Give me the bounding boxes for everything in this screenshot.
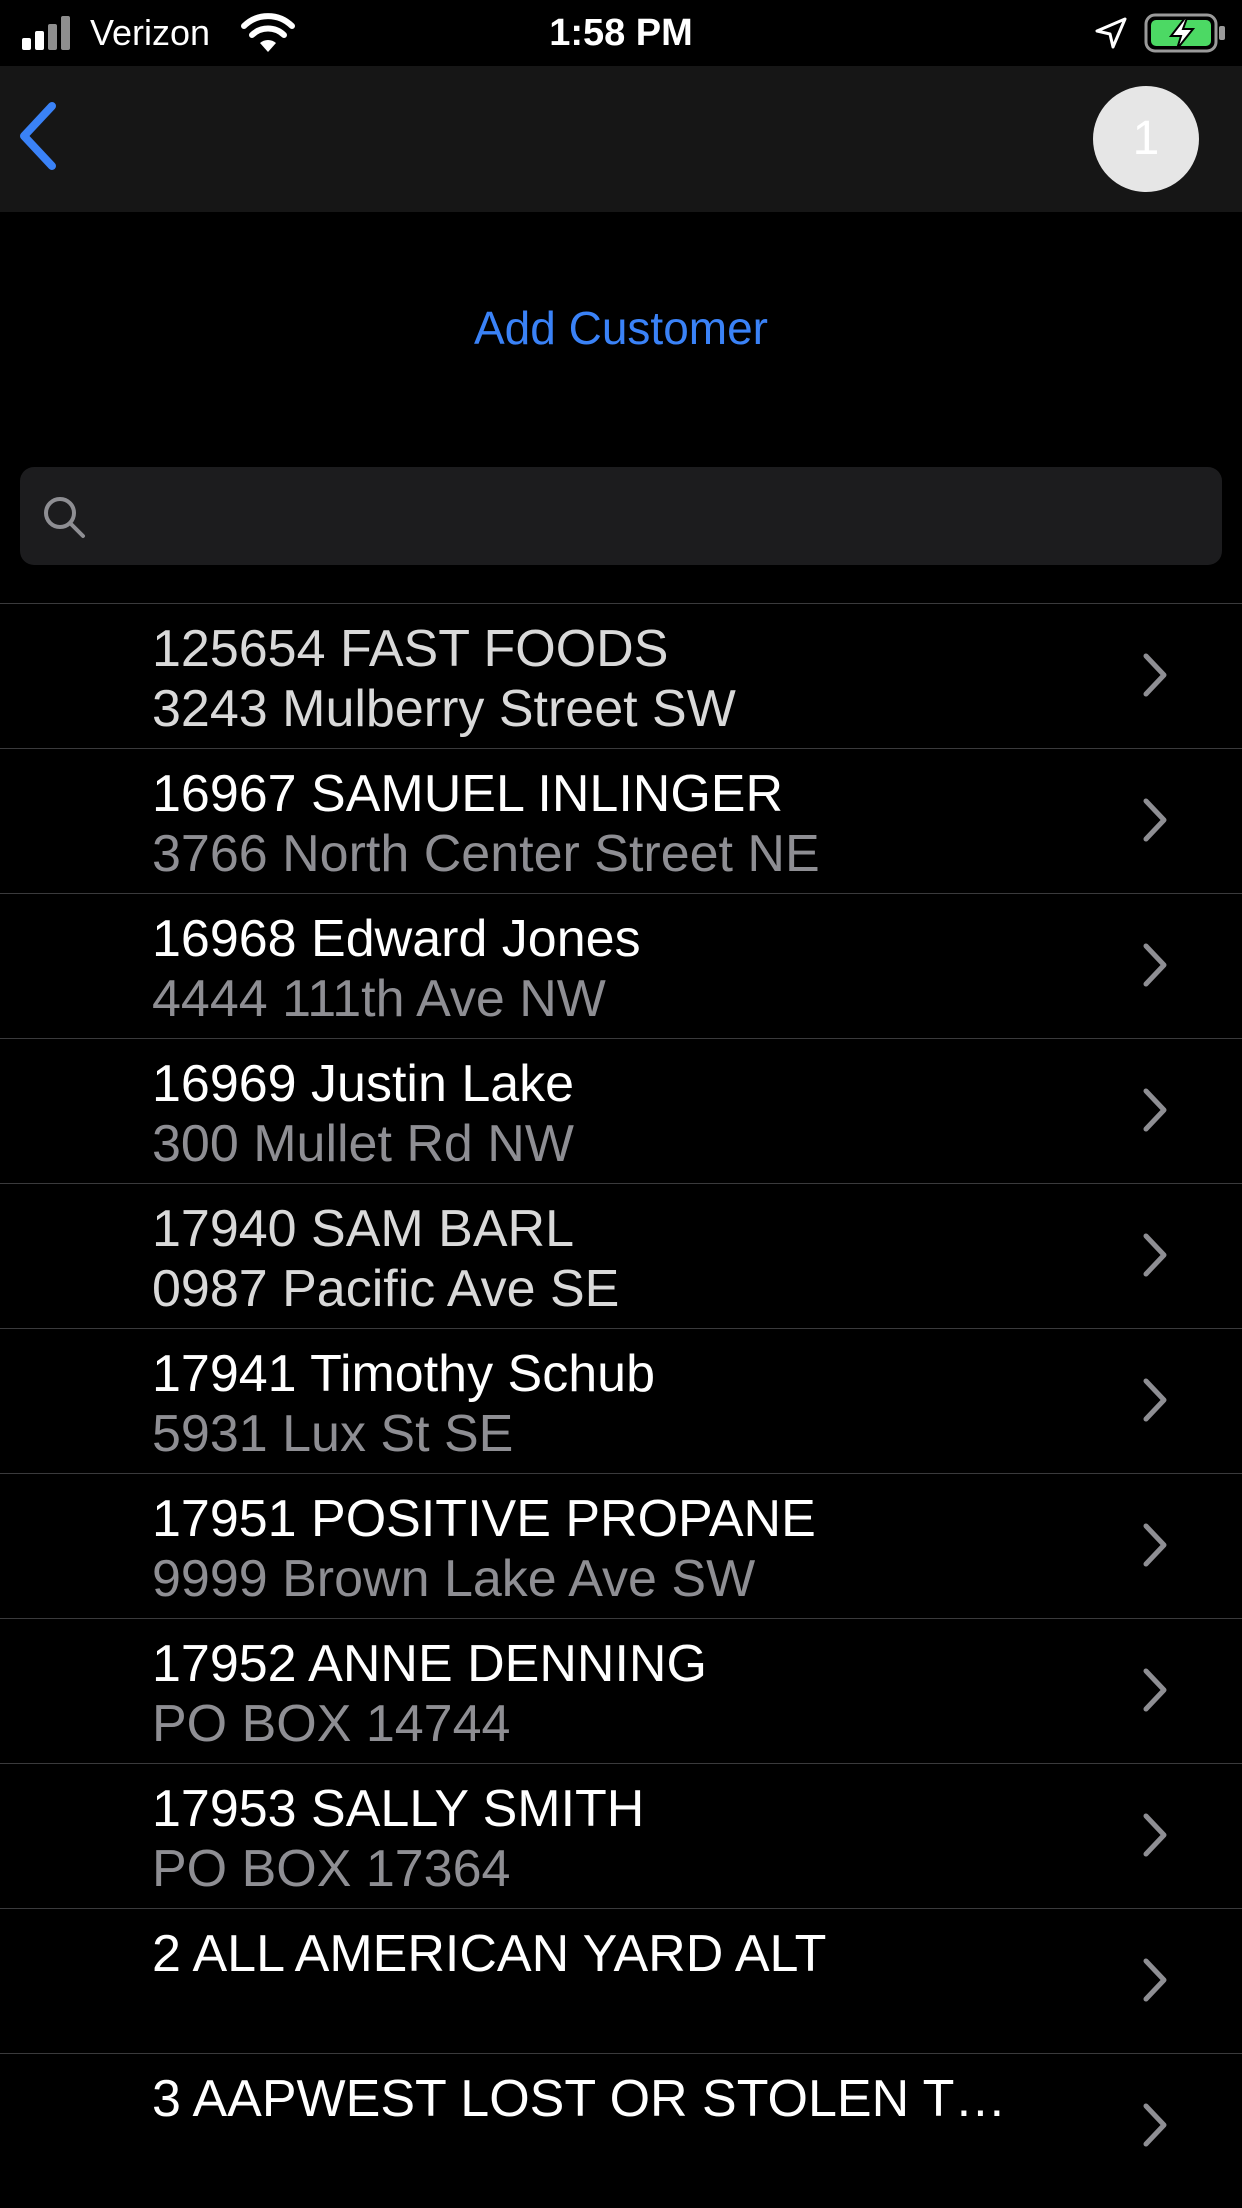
list-item[interactable]: 16967 SAMUEL INLINGER 3766 North Center … (0, 748, 1242, 893)
customer-address: 3243 Mulberry Street SW (152, 680, 736, 738)
chevron-right-icon (1143, 798, 1167, 842)
list-item[interactable]: 16968 Edward Jones 4444 111th Ave NW (0, 893, 1242, 1038)
count-badge[interactable]: 1 (1093, 86, 1199, 192)
customer-title: 125654 FAST FOODS (152, 620, 669, 678)
customer-address: 5931 Lux St SE (152, 1405, 514, 1463)
list-item[interactable]: 17951 POSITIVE PROPANE 9999 Brown Lake A… (0, 1473, 1242, 1618)
list-item[interactable]: 16969 Justin Lake 300 Mullet Rd NW (0, 1038, 1242, 1183)
customer-address: 300 Mullet Rd NW (152, 1115, 574, 1173)
chevron-right-icon (1143, 1088, 1167, 1132)
chevron-right-icon (1143, 1233, 1167, 1277)
chevron-right-icon (1143, 1668, 1167, 1712)
chevron-right-icon (1143, 1813, 1167, 1857)
customer-title: 17941 Timothy Schub (152, 1345, 655, 1403)
battery-charging-icon (1144, 13, 1225, 53)
list-item[interactable]: 17940 SAM BARL 0987 Pacific Ave SE (0, 1183, 1242, 1328)
back-button[interactable] (8, 96, 78, 176)
chevron-right-icon (1143, 653, 1167, 697)
navigation-bar: 1 (0, 66, 1242, 212)
customer-address: PO BOX 14744 (152, 1695, 511, 1753)
customer-address: 3766 North Center Street NE (152, 825, 820, 883)
add-customer-button[interactable]: Add Customer (0, 296, 1242, 360)
status-time: 1:58 PM (549, 12, 693, 54)
search-input[interactable] (106, 467, 1200, 567)
list-item[interactable]: 17953 SALLY SMITH PO BOX 17364 (0, 1763, 1242, 1908)
customer-title: 3 AAPWEST LOST OR STOLEN T… (152, 2070, 1007, 2128)
chevron-right-icon (1143, 1958, 1167, 2002)
customer-address: PO BOX 17364 (152, 1840, 511, 1898)
status-bar: Verizon 1:58 PM (0, 0, 1242, 66)
customer-title: 17952 ANNE DENNING (152, 1635, 707, 1693)
list-item[interactable]: 17952 ANNE DENNING PO BOX 14744 (0, 1618, 1242, 1763)
customer-title: 17951 POSITIVE PROPANE (152, 1490, 816, 1548)
list-item[interactable]: 125654 FAST FOODS 3243 Mulberry Street S… (0, 603, 1242, 748)
customer-address: 0987 Pacific Ave SE (152, 1260, 620, 1318)
list-item[interactable]: 17941 Timothy Schub 5931 Lux St SE (0, 1328, 1242, 1473)
location-arrow-icon (1095, 17, 1127, 49)
customer-title: 2 ALL AMERICAN YARD ALT (152, 1925, 827, 1983)
customer-title: 16967 SAMUEL INLINGER (152, 765, 784, 823)
chevron-right-icon (1143, 1523, 1167, 1567)
customer-list-screen: Verizon 1:58 PM 1 Add Customer 125654 FA… (0, 0, 1242, 2208)
search-bar[interactable] (20, 467, 1222, 567)
customer-title: 16969 Justin Lake (152, 1055, 575, 1113)
customer-address: 4444 111th Ave NW (152, 970, 606, 1028)
chevron-right-icon (1143, 943, 1167, 987)
list-item[interactable]: 2 ALL AMERICAN YARD ALT (0, 1908, 1242, 2053)
customer-title: 17940 SAM BARL (152, 1200, 575, 1258)
customer-title: 17953 SALLY SMITH (152, 1780, 645, 1838)
customer-list: 125654 FAST FOODS 3243 Mulberry Street S… (0, 603, 1242, 2198)
chevron-right-icon (1143, 2103, 1167, 2147)
search-icon (44, 497, 85, 538)
list-item[interactable]: 3 AAPWEST LOST OR STOLEN T… (0, 2053, 1242, 2198)
customer-title: 16968 Edward Jones (152, 910, 641, 968)
customer-address: 9999 Brown Lake Ave SW (152, 1550, 756, 1608)
chevron-right-icon (1143, 1378, 1167, 1422)
